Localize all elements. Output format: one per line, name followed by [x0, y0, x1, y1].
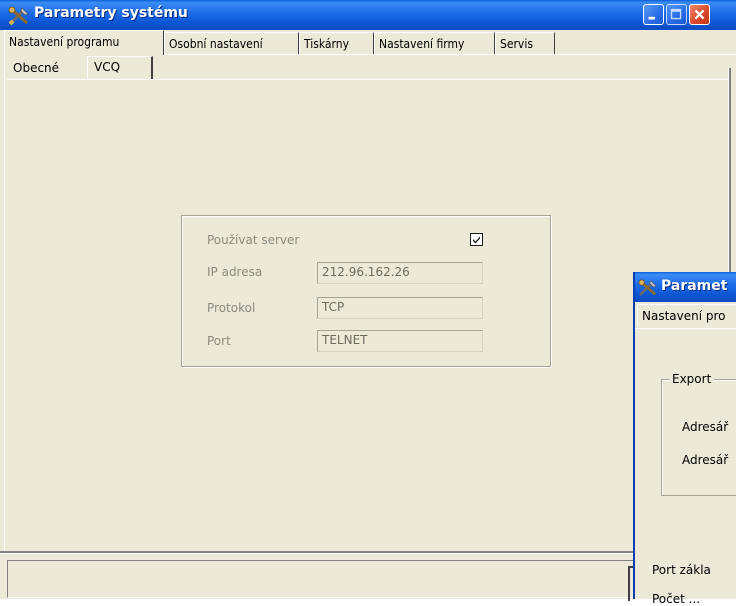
- protocol-label: Protokol: [207, 301, 256, 315]
- second-title-bar[interactable]: Paramet: [635, 272, 736, 302]
- port-label: Port: [207, 334, 231, 348]
- ip-address-value: 212.96.162.26: [322, 265, 410, 279]
- tab-nastaveni-firmy[interactable]: Nastavení firmy: [374, 32, 495, 54]
- title-bar[interactable]: Parametry systému: [0, 0, 736, 30]
- second-tab-separator: [635, 328, 736, 329]
- window-title: Parametry systému: [34, 5, 188, 21]
- tab-tiskarny[interactable]: Tiskárny: [299, 32, 374, 54]
- export-group: [661, 379, 736, 496]
- tab-label: Nastavení firmy: [379, 37, 465, 51]
- tools-icon: [638, 279, 657, 297]
- bottom-separator: [0, 551, 736, 554]
- ip-address-field[interactable]: 212.96.162.26: [317, 262, 483, 284]
- tools-icon: [8, 6, 29, 26]
- tab-osobni-nastaveni[interactable]: Osobní nastavení: [164, 32, 299, 54]
- port-value: TELNET: [322, 333, 368, 347]
- export-group-title: Export: [669, 372, 715, 386]
- count-label: Počet ...: [652, 592, 701, 606]
- export-dir-label-2: Adresář: [682, 453, 729, 467]
- second-tab-nastaveni[interactable]: Nastavení pro: [637, 304, 736, 326]
- second-window: Paramet Nastavení pro Export Adresář Adr…: [633, 272, 736, 606]
- tab-label: Servis: [500, 37, 533, 51]
- minimize-button[interactable]: [643, 4, 664, 25]
- subtab-label: VCQ: [94, 60, 121, 74]
- tab-label: Osobní nastavení: [169, 37, 263, 51]
- subtab-label: Obecné: [13, 61, 60, 75]
- tab-label: Tiskárny: [304, 37, 349, 51]
- protocol-value: TCP: [322, 300, 345, 314]
- second-window-title: Paramet: [661, 278, 728, 294]
- subtab-obecne[interactable]: Obecné: [9, 58, 63, 78]
- maximize-button[interactable]: [666, 4, 687, 25]
- close-icon: [694, 9, 705, 20]
- vcq-server-group: Používat server IP adresa 212.96.162.26 …: [181, 215, 551, 367]
- subtab-vcq[interactable]: VCQ: [87, 56, 153, 80]
- ip-address-label: IP adresa: [207, 265, 263, 279]
- minimize-icon: [648, 16, 655, 20]
- port-base-label: Port zákla: [652, 563, 711, 577]
- status-panel: [7, 560, 657, 598]
- close-button[interactable]: [689, 4, 710, 25]
- use-server-label: Používat server: [207, 233, 300, 247]
- maximize-icon: [670, 8, 682, 20]
- use-server-checkbox[interactable]: [470, 233, 483, 246]
- protocol-field[interactable]: TCP: [317, 297, 483, 319]
- export-dir-label-1: Adresář: [682, 420, 729, 434]
- tab-nastaveni-programu[interactable]: Nastavení programu: [4, 30, 164, 55]
- tab-label: Nastavení programu: [9, 35, 120, 49]
- port-field[interactable]: TELNET: [317, 330, 483, 352]
- main-window: Parametry systému Nastavení programu Oso…: [0, 0, 736, 606]
- second-tab-label: Nastavení pro: [642, 309, 726, 323]
- checkmark-icon: [473, 236, 480, 244]
- tab-servis[interactable]: Servis: [495, 32, 555, 54]
